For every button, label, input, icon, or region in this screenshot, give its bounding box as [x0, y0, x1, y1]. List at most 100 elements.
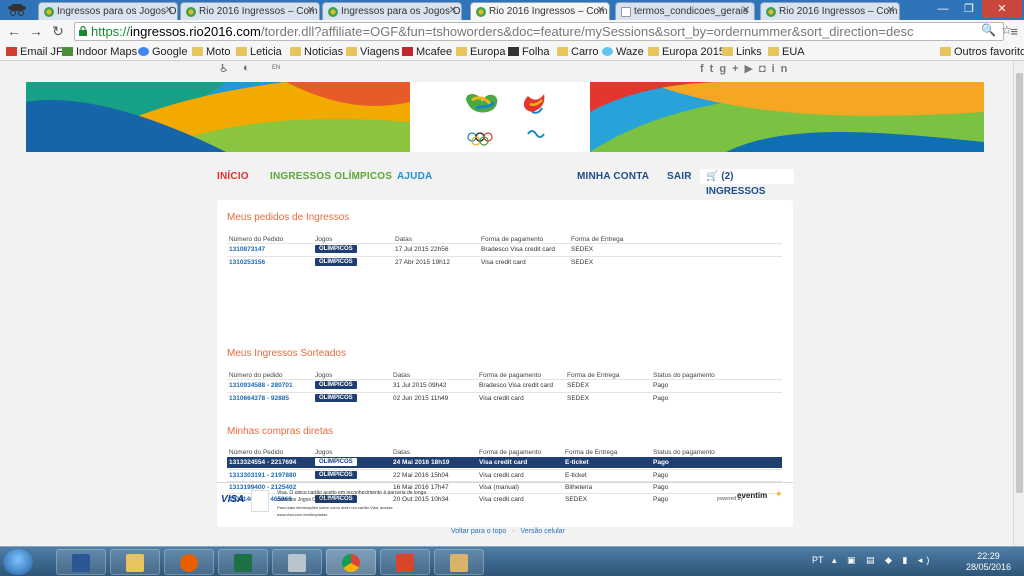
bookmark-noticias[interactable]: Noticias — [290, 46, 343, 58]
taskbar-excel[interactable] — [218, 549, 268, 575]
taskbar-explorer[interactable] — [110, 549, 160, 575]
back-arrow-icon[interactable]: ← — [6, 23, 22, 39]
back-to-top-link[interactable]: Voltar para o topo — [451, 528, 506, 535]
facebook-icon[interactable]: f — [700, 63, 710, 75]
folder-icon — [236, 47, 247, 56]
browser-tab[interactable]: Ingressos para os Jogos O ✕ — [322, 2, 462, 20]
nav-my-account-link[interactable]: MINHA CONTA — [577, 171, 649, 182]
visa-sponsor: VISA Visa. O único cartão aceito em reco… — [221, 488, 426, 518]
bookmark-email-jf[interactable]: Email JF — [6, 46, 63, 58]
close-tab-icon[interactable]: ✕ — [307, 5, 315, 16]
system-tray-icons[interactable]: ▴ ▣ ▤ ◆ ▮ ◂) — [832, 555, 933, 566]
close-tab-icon[interactable]: ✕ — [742, 5, 750, 16]
google-plus-icon[interactable]: g+ — [719, 63, 744, 75]
browser-tab[interactable]: Ingressos para os Jogos O ✕ — [38, 2, 178, 20]
taskbar-word[interactable] — [56, 549, 106, 575]
instagram-icon[interactable]: ◘ — [759, 63, 772, 75]
table-row[interactable]: 1310934588 - 280701 OLÍMPICOS 31 Jul 201… — [227, 379, 782, 389]
table-row-selected[interactable]: 1313324554 - 2217694 OLÍMPICOS 24 Mai 20… — [227, 457, 782, 468]
incognito-user-icon[interactable] — [6, 3, 28, 17]
rio-favicon-icon — [328, 7, 338, 17]
input-language[interactable]: PT — [812, 555, 824, 565]
bookmark-europa-2015[interactable]: Europa 2015 — [648, 46, 725, 58]
cart-icon: 🛒 — [706, 171, 719, 182]
snipping-tool-icon — [396, 554, 414, 572]
bookmark-waze[interactable]: Waze — [602, 46, 644, 58]
start-button[interactable] — [3, 549, 33, 575]
taskbar-paint[interactable] — [434, 549, 484, 575]
bookmark-folha[interactable]: Folha — [508, 46, 550, 58]
visa-text: Visa. O único cartão aceito em reconheci… — [277, 490, 427, 503]
folder-icon — [557, 47, 568, 56]
games-badge: OLÍMPICOS — [315, 471, 357, 479]
minimize-window-button[interactable]: — — [930, 0, 956, 18]
chrome-menu-icon[interactable]: ≡ — [1010, 24, 1018, 39]
explorer-icon — [126, 554, 144, 572]
address-bar[interactable]: https://ingressos.rio2016.com/torder.dll… — [74, 22, 1004, 41]
forward-arrow-icon[interactable]: → — [28, 23, 44, 39]
browser-tab-active[interactable]: Rio 2016 Ingressos – Com ✕ — [470, 2, 610, 20]
reload-icon[interactable]: ↻ — [50, 23, 66, 39]
table-row[interactable]: 1310664378 - 92885 OLÍMPICOS 02 Jun 2015… — [227, 392, 782, 402]
page-scrollbar[interactable] — [1013, 61, 1024, 546]
language-switch-en[interactable]: EN — [272, 65, 280, 71]
waze-icon — [602, 47, 613, 56]
footer-links: Voltar para o topo - Versão celular — [451, 528, 565, 535]
table-row[interactable]: 1313303191 - 2197880 OLÍMPICOS 22 Mai 20… — [227, 469, 782, 479]
bookmark-viagens[interactable]: Viagens — [346, 46, 400, 58]
bookmark-google[interactable]: Google — [138, 46, 187, 58]
bookmark-europa[interactable]: Europa — [456, 46, 505, 58]
maximize-window-button[interactable]: ❐ — [957, 0, 981, 18]
nav-help-link[interactable]: AJUDA — [397, 171, 432, 182]
calculator-icon — [288, 554, 306, 572]
zoom-icon[interactable]: 🔍 — [981, 23, 996, 37]
nav-logout-link[interactable]: SAIR — [667, 171, 692, 182]
folder-icon — [290, 47, 301, 56]
table-row[interactable]: 1310873147 OLÍMPICOS 17 Jul 2015 22h56 B… — [227, 243, 782, 253]
twitter-icon[interactable]: t — [710, 63, 720, 75]
bookmark-moto[interactable]: Moto — [192, 46, 230, 58]
nav-home-link[interactable]: INÍCIO — [217, 171, 249, 182]
table-row[interactable]: 1310253156 OLÍMPICOS 27 Abr 2015 19h12 V… — [227, 256, 782, 266]
taskbar-calculator[interactable] — [272, 549, 322, 575]
close-tab-icon[interactable]: ✕ — [165, 5, 173, 16]
taskbar-snipping[interactable] — [380, 549, 430, 575]
windows-taskbar: PT ▴ ▣ ▤ ◆ ▮ ◂) 22:29 28/05/2016 — [0, 546, 1024, 576]
social-links: ftg+▶◘in — [700, 62, 793, 75]
rio2016-banner — [26, 82, 984, 152]
close-tab-icon[interactable]: ✕ — [449, 5, 457, 16]
bookmark-links[interactable]: Links — [722, 46, 762, 58]
folder-icon — [192, 47, 203, 56]
scrollbar-thumb[interactable] — [1016, 73, 1023, 493]
linkedin-icon[interactable]: in — [772, 63, 794, 75]
direct-table-header: Número do Pedido Jogos Datas Forma de pa… — [229, 449, 715, 456]
close-window-button[interactable]: ✕ — [982, 0, 1022, 18]
bookmark-indoor-maps[interactable]: Indoor Maps — [62, 46, 137, 58]
rio-favicon-icon — [44, 7, 54, 17]
section-title-lottery: Meus Ingressos Sorteados — [227, 348, 346, 359]
browser-tab[interactable]: Rio 2016 Ingressos – Com ✕ — [760, 2, 900, 20]
bookmark-leticia[interactable]: Leticia — [236, 46, 282, 58]
contrast-icon[interactable]: ◐ — [243, 62, 250, 74]
bookmark-other-favorites[interactable]: Outros favoritos — [940, 46, 1024, 58]
lock-icon — [79, 26, 87, 36]
browser-tab[interactable]: termos_condicoes_gerais ✕ — [615, 2, 755, 20]
close-tab-icon[interactable]: ✕ — [597, 5, 605, 16]
rio2016-small-logo-icon — [251, 490, 269, 512]
browser-tab[interactable]: Rio 2016 Ingressos – Com ✕ — [180, 2, 320, 20]
system-clock[interactable]: 22:29 28/05/2016 — [966, 551, 1011, 573]
taskbar-chrome[interactable] — [326, 549, 376, 575]
web-page: ♿ ◐ EN ftg+▶◘in INÍCIO INGRESSOS OLÍMPIC… — [0, 61, 1013, 546]
google-icon — [138, 47, 149, 56]
bookmarks-bar: Email JF Indoor Maps Google Moto Leticia… — [0, 43, 1024, 61]
youtube-icon[interactable]: ▶ — [745, 63, 759, 75]
cart-button[interactable]: 🛒 (2) INGRESSOS — [700, 169, 794, 197]
taskbar-firefox[interactable] — [164, 549, 214, 575]
accessibility-icon[interactable]: ♿ — [219, 62, 229, 75]
nav-olympic-tickets-link[interactable]: INGRESSOS OLÍMPICOS — [270, 171, 392, 182]
bookmark-eua[interactable]: EUA — [768, 46, 805, 58]
bookmark-carro[interactable]: Carro — [557, 46, 599, 58]
close-tab-icon[interactable]: ✕ — [887, 5, 895, 16]
mobile-version-link[interactable]: Versão celular — [521, 528, 565, 535]
bookmark-mcafee[interactable]: Mcafee — [402, 46, 452, 58]
